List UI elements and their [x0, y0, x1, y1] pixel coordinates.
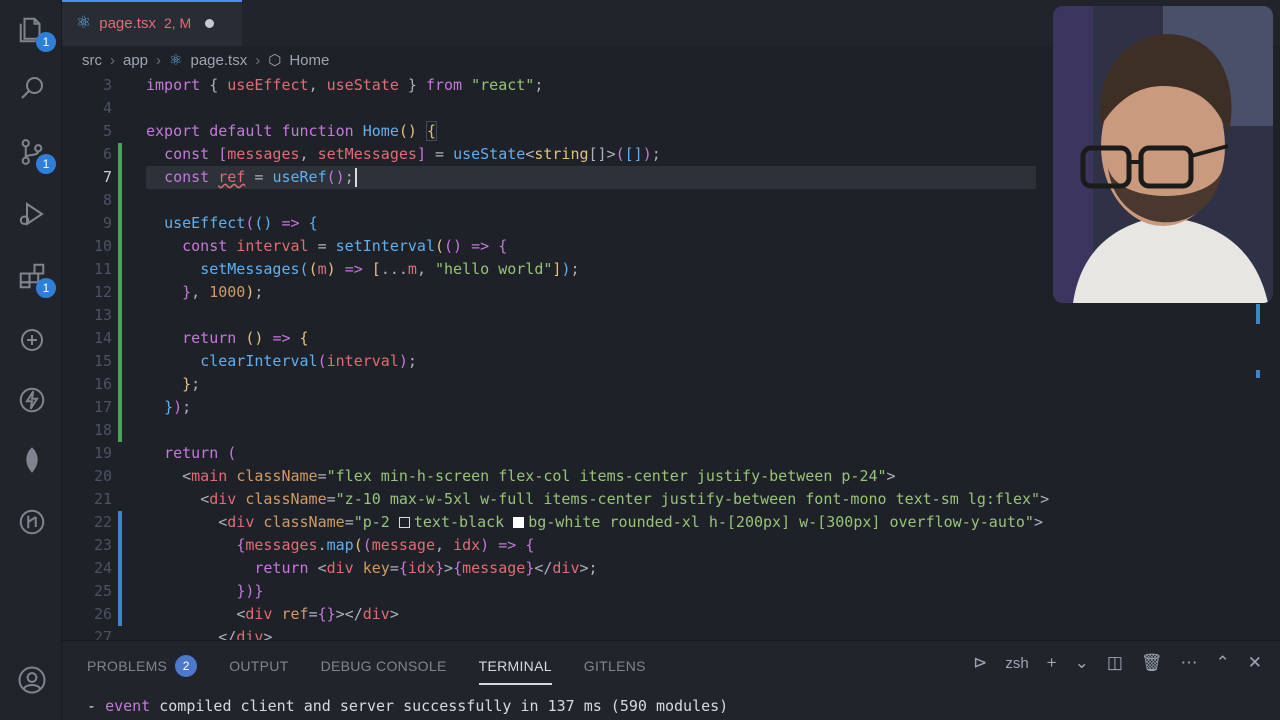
- code-line: 17 });: [62, 396, 1262, 419]
- bottom-panel: PROBLEMS 2 OUTPUT DEBUG CONSOLE TERMINAL …: [62, 640, 1280, 720]
- run-debug-icon[interactable]: [14, 196, 50, 232]
- trash-icon[interactable]: 🗑: [1141, 653, 1163, 673]
- color-swatch-white: [513, 517, 525, 528]
- explorer-badge: 1: [36, 32, 56, 52]
- extensions-icon[interactable]: 1: [14, 258, 56, 298]
- scrollbar-marker: [1256, 370, 1260, 378]
- lightning-icon[interactable]: [14, 382, 50, 418]
- maximize-panel-icon[interactable]: ⌃: [1216, 653, 1230, 673]
- webcam-overlay: [1053, 6, 1273, 303]
- text-cursor: [354, 168, 357, 187]
- activity-bar: 1 1 1: [0, 0, 62, 720]
- search-icon[interactable]: [14, 70, 50, 106]
- code-line: 15 clearInterval(interval);: [62, 350, 1262, 373]
- code-line: 13: [62, 304, 1262, 327]
- code-line: 26 <div ref={}></div>: [62, 603, 1262, 626]
- tab-problems[interactable]: PROBLEMS 2: [87, 655, 198, 677]
- code-line: 24 return <div key={idx}>{message}</div>…: [62, 557, 1262, 580]
- leaf-icon[interactable]: [14, 442, 50, 478]
- code-line: 18: [62, 419, 1262, 442]
- terminal-output: - event compiled client and server succe…: [87, 697, 729, 715]
- tab-filename: page.tsx: [99, 14, 156, 32]
- chevron-right-icon: ›: [110, 51, 115, 69]
- source-control-icon[interactable]: 1: [14, 134, 56, 174]
- breadcrumb-file[interactable]: page.tsx: [190, 52, 247, 69]
- chevron-down-icon[interactable]: ⌄: [1075, 653, 1089, 673]
- scrollbar-marker: [1256, 304, 1260, 324]
- split-terminal-icon[interactable]: ◫: [1107, 653, 1123, 673]
- code-line: 22 <div className="p-2 text-black bg-whi…: [62, 511, 1262, 534]
- code-line: 16 };: [62, 373, 1262, 396]
- tab-status: 2, M: [163, 15, 192, 31]
- gitlens-icon[interactable]: [14, 504, 50, 540]
- react-file-icon: ⚛: [76, 13, 92, 32]
- tab-page-tsx[interactable]: ⚛ page.tsx 2, M: [62, 0, 242, 46]
- chevron-right-icon: ›: [255, 51, 261, 69]
- presenter-image: [1053, 6, 1273, 303]
- code-line: 25 })}: [62, 580, 1262, 603]
- tab-output[interactable]: OUTPUT: [229, 655, 288, 677]
- code-line: 21 <div className="z-10 max-w-5xl w-full…: [93, 490, 1050, 508]
- remote-explorer-icon[interactable]: [14, 322, 50, 358]
- chevron-right-icon: ›: [156, 51, 162, 69]
- plus-icon[interactable]: +: [1047, 653, 1057, 673]
- terminal-icon: ⊳: [973, 653, 988, 672]
- code-line: 27 </div>: [93, 628, 273, 640]
- tab-gitlens[interactable]: GITLENS: [584, 655, 646, 677]
- breadcrumb-app[interactable]: app: [123, 52, 148, 69]
- unsaved-dot-icon[interactable]: [205, 18, 215, 28]
- breadcrumb-symbol[interactable]: Home: [289, 52, 329, 69]
- tab-terminal[interactable]: TERMINAL: [478, 655, 552, 685]
- close-icon[interactable]: ✕: [1248, 653, 1262, 673]
- code-line: 14 return () => {: [62, 327, 1262, 350]
- more-icon[interactable]: ⋯: [1181, 653, 1198, 673]
- tab-debug-console[interactable]: DEBUG CONSOLE: [321, 655, 447, 677]
- code-line: 23 {messages.map((message, idx) => {: [62, 534, 1262, 557]
- account-icon[interactable]: [14, 662, 50, 698]
- breadcrumb-src[interactable]: src: [82, 52, 102, 69]
- react-file-icon: ⚛: [169, 52, 183, 69]
- panel-toolbar: ⊳ zsh + ⌄ ◫ 🗑 ⋯ ⌃ ✕: [973, 653, 1262, 673]
- code-line: 20 <main className="flex min-h-screen fl…: [93, 467, 896, 485]
- shell-name[interactable]: zsh: [1005, 655, 1028, 672]
- extensions-badge: 1: [36, 278, 56, 298]
- code-line: 19 return (: [93, 444, 237, 462]
- panel-tabs: PROBLEMS 2 OUTPUT DEBUG CONSOLE TERMINAL …: [87, 655, 646, 685]
- cube-icon: ⬡: [268, 52, 282, 69]
- explorer-icon[interactable]: 1: [14, 12, 56, 52]
- problems-count-badge: 2: [175, 655, 198, 677]
- active-tab-indicator: [62, 0, 242, 2]
- scm-badge: 1: [36, 154, 56, 174]
- color-swatch-black: [398, 517, 410, 528]
